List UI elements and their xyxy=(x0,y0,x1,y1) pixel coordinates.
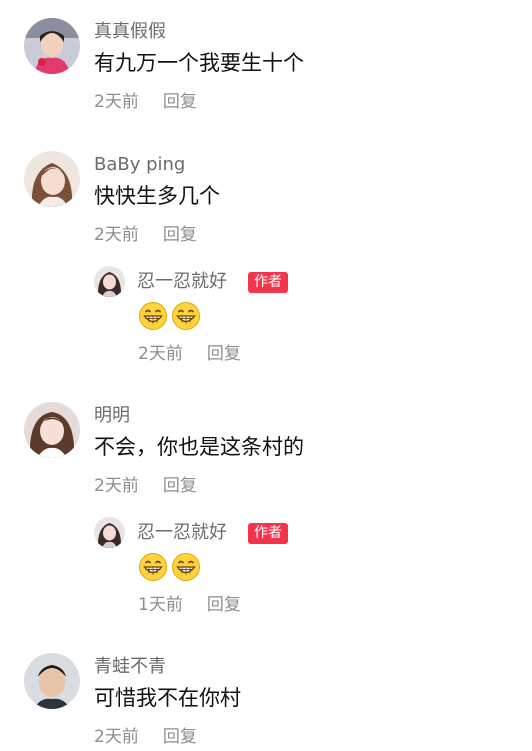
grin-emoji xyxy=(171,552,201,582)
reply-emojis xyxy=(138,552,201,582)
avatar[interactable] xyxy=(24,18,80,74)
comment-time: 2天前 xyxy=(94,225,139,245)
comment-text: 快快生多几个 xyxy=(94,184,220,208)
author-badge: 作者 xyxy=(248,523,288,544)
grin-emoji xyxy=(138,552,168,582)
comment-username[interactable]: 真真假假 xyxy=(94,21,166,43)
avatar[interactable] xyxy=(24,151,80,207)
reply-username[interactable]: 忍一忍就好 xyxy=(137,522,227,544)
reply-button[interactable]: 回复 xyxy=(207,344,241,364)
grin-emoji xyxy=(171,301,201,331)
comment-time: 2天前 xyxy=(94,92,139,112)
reply-emojis xyxy=(138,301,201,331)
comment-username[interactable]: 明明 xyxy=(94,405,130,427)
reply-button[interactable]: 回复 xyxy=(163,92,197,112)
author-badge: 作者 xyxy=(248,272,288,293)
comment-text: 可惜我不在你村 xyxy=(94,686,241,710)
reply-button[interactable]: 回复 xyxy=(207,595,241,615)
grin-emoji xyxy=(138,301,168,331)
reply-meta: 1天前 回复 xyxy=(138,594,241,616)
reply-button[interactable]: 回复 xyxy=(163,225,197,245)
reply-button[interactable]: 回复 xyxy=(163,727,197,747)
reply-username[interactable]: 忍一忍就好 xyxy=(137,271,227,293)
comment-username[interactable]: 青蛙不青 xyxy=(94,656,166,678)
comment-meta: 2天前 回复 xyxy=(94,475,197,497)
author-avatar[interactable] xyxy=(94,517,125,548)
comment-time: 2天前 xyxy=(94,476,139,496)
reply-time: 1天前 xyxy=(138,595,183,615)
comment-meta: 2天前 回复 xyxy=(94,224,197,246)
reply-time: 2天前 xyxy=(138,344,183,364)
comment-time: 2天前 xyxy=(94,727,139,747)
avatar[interactable] xyxy=(24,653,80,709)
comment-text: 不会，你也是这条村的 xyxy=(94,435,304,459)
author-avatar[interactable] xyxy=(94,266,125,297)
comment-username[interactable]: BaBy ping xyxy=(94,154,185,176)
comment-meta: 2天前 回复 xyxy=(94,91,197,113)
comment-meta: 2天前 回复 xyxy=(94,726,197,748)
reply-button[interactable]: 回复 xyxy=(163,476,197,496)
comment-text: 有九万一个我要生十个 xyxy=(94,51,304,75)
reply-meta: 2天前 回复 xyxy=(138,343,241,365)
avatar[interactable] xyxy=(24,402,80,458)
